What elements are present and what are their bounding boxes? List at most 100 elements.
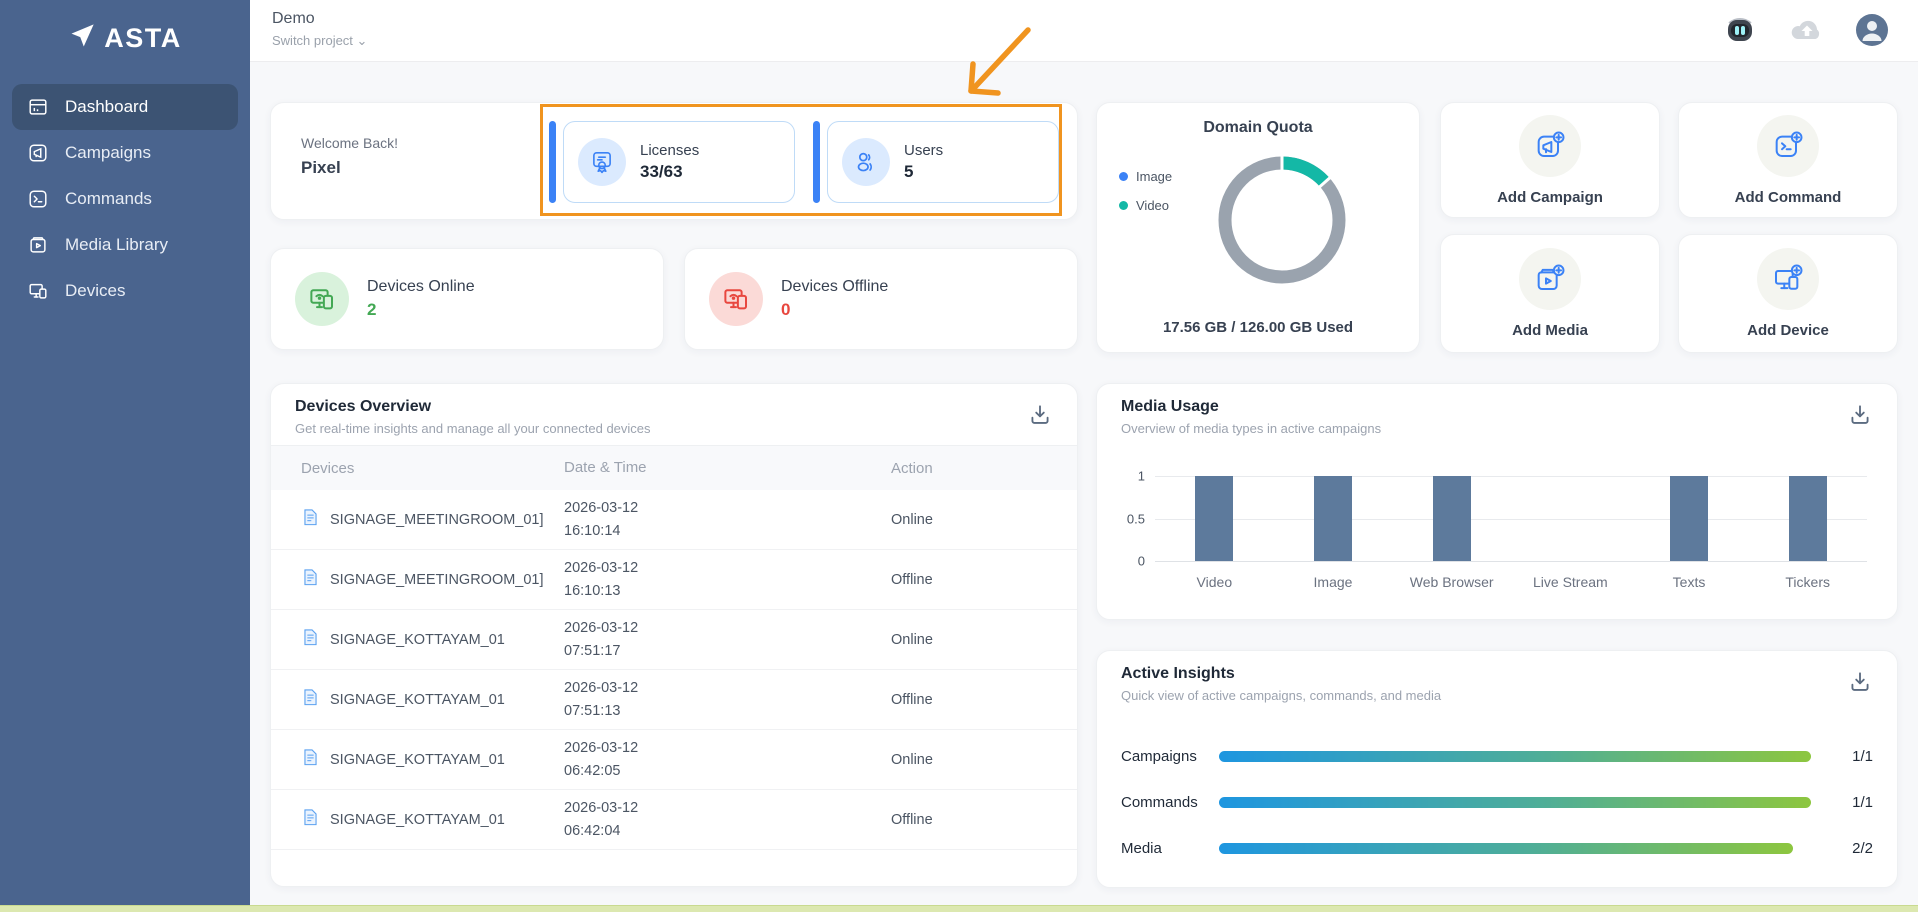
legend-dot-image: [1119, 172, 1128, 181]
add-campaign-label: Add Campaign: [1497, 188, 1603, 206]
sidebar-item-media-library[interactable]: Media Library: [12, 222, 238, 268]
row-status: Offline: [891, 571, 933, 588]
device-name: SIGNAGE_KOTTAYAM_01: [330, 811, 505, 828]
row-status: Offline: [891, 811, 933, 828]
progress-bar-campaigns: [1219, 750, 1811, 762]
sidebar-item-label: Commands: [65, 189, 152, 208]
sidebar-nav: Dashboard Campaigns Commands Media Libra…: [0, 84, 250, 314]
file-icon: [301, 508, 320, 531]
bar-video: [1195, 476, 1234, 561]
campaigns-icon: [26, 141, 50, 165]
device-name: SIGNAGE_KOTTAYAM_01: [330, 691, 505, 708]
devices-offline-value: 0: [781, 300, 791, 319]
switch-project-dropdown[interactable]: Switch project ⌄: [272, 33, 367, 49]
bar-texts: [1670, 476, 1709, 561]
x-axis-label: Tickers: [1785, 574, 1830, 590]
active-insights-card: Active Insights Quick view of active cam…: [1096, 650, 1898, 888]
add-campaign-button[interactable]: Add Campaign: [1440, 102, 1660, 218]
row-date: 2026-03-12: [564, 800, 639, 817]
domain-quota-legend: Image Video: [1119, 169, 1172, 227]
asta-logo-arrow-icon: [68, 22, 96, 55]
legend-label-image: Image: [1136, 169, 1173, 184]
greeting-text: Welcome Back!: [301, 135, 398, 151]
users-label: Users: [904, 142, 944, 159]
sidebar: ASTA Dashboard Campaigns Commands Media …: [0, 0, 250, 905]
bar-column: [1748, 476, 1867, 561]
bar-column: [1155, 476, 1274, 561]
sidebar-item-label: Devices: [65, 281, 126, 300]
licenses-value: 33/63: [640, 162, 683, 181]
app-logo: ASTA: [0, 0, 250, 58]
sidebar-item-campaigns[interactable]: Campaigns: [12, 130, 238, 176]
download-icon[interactable]: [1027, 402, 1053, 428]
row-time: 16:10:13: [564, 582, 621, 599]
row-time: 16:10:14: [564, 522, 621, 539]
row-time: 06:42:05: [564, 762, 621, 779]
sidebar-item-label: Media Library: [65, 235, 168, 254]
device-name: SIGNAGE_MEETINGROOM_01]: [330, 511, 544, 528]
add-media-label: Add Media: [1512, 322, 1588, 339]
bar-image: [1314, 476, 1352, 561]
add-media-button[interactable]: Add Media: [1440, 234, 1660, 353]
add-command-button[interactable]: Add Command: [1678, 102, 1898, 218]
table-row: SIGNAGE_KOTTAYAM_01 2026-03-12 07:51:13 Off…: [271, 670, 1077, 730]
device-name: SIGNAGE_KOTTAYAM_01: [330, 631, 505, 648]
download-icon[interactable]: [1847, 402, 1873, 428]
table-row: SIGNAGE_MEETINGROOM_01] 2026-03-12 16:10:1…: [271, 550, 1077, 610]
column-header-devices: Devices: [301, 459, 355, 477]
devices-online-value: 2: [367, 300, 377, 319]
domain-quota-donut-chart: [1218, 152, 1346, 284]
x-axis-label: Video: [1196, 574, 1233, 590]
media-usage-card: Media Usage Overview of media types in a…: [1096, 383, 1898, 620]
active-insights-subtitle: Quick view of active campaigns, commands…: [1121, 688, 1442, 703]
insight-label: Campaigns: [1121, 747, 1197, 765]
legend-label-video: Video: [1136, 198, 1170, 213]
legend-dot-video: [1119, 201, 1128, 210]
bar-tickers: [1788, 476, 1827, 561]
sidebar-item-devices[interactable]: Devices: [12, 268, 238, 314]
add-device-button[interactable]: Add Device: [1678, 234, 1898, 353]
sidebar-item-commands[interactable]: Commands: [12, 176, 238, 222]
users-icon: [842, 138, 890, 186]
row-date: 2026-03-12: [564, 500, 639, 517]
active-insights-title: Active Insights: [1121, 665, 1235, 682]
add-command-icon: [1757, 114, 1819, 177]
row-status: Online: [891, 631, 933, 648]
insight-value: 1/1: [1852, 747, 1873, 765]
download-icon[interactable]: [1847, 669, 1873, 695]
x-axis-line: [1155, 561, 1867, 562]
users-stat-card: Users 5: [827, 121, 1059, 203]
bottom-scroll-strip[interactable]: [0, 905, 1918, 912]
add-media-icon: [1519, 248, 1581, 310]
domain-quota-title: Domain Quota: [1203, 119, 1313, 136]
user-avatar[interactable]: [1854, 12, 1890, 48]
file-icon: [301, 808, 320, 831]
users-accent-bar: [813, 121, 820, 203]
device-name: SIGNAGE_KOTTAYAM_01: [330, 751, 505, 768]
cloud-upload-icon[interactable]: [1788, 12, 1824, 48]
licenses-accent-bar: [549, 121, 556, 203]
column-header-action: Action: [891, 459, 933, 477]
row-time: 07:51:13: [564, 702, 621, 719]
insight-row-campaigns: Campaigns 1/1: [1121, 746, 1873, 766]
add-campaign-icon: [1519, 114, 1581, 177]
table-header-row: Devices Date & Time Action: [271, 446, 1077, 490]
dashboard-screen: ASTA Dashboard Campaigns Commands Media …: [0, 0, 1918, 912]
insight-value: 1/1: [1852, 793, 1873, 811]
project-name: Demo: [272, 10, 315, 27]
bar-column: [1511, 476, 1630, 561]
dashboard-icon: [26, 95, 50, 119]
bot-icon[interactable]: [1722, 12, 1758, 48]
user-name: Pixel: [301, 158, 341, 177]
sidebar-item-label: Campaigns: [65, 143, 151, 162]
bar-web-browser: [1432, 476, 1471, 561]
row-status: Online: [891, 511, 933, 528]
commands-icon: [26, 187, 50, 211]
licenses-label: Licenses: [640, 142, 700, 159]
row-date: 2026-03-12: [564, 620, 639, 637]
device-name: SIGNAGE_MEETINGROOM_01]: [330, 571, 544, 588]
row-date: 2026-03-12: [564, 560, 639, 577]
domain-quota-usage-text: 17.56 GB / 126.00 GB Used: [1162, 319, 1354, 336]
row-time: 06:42:04: [564, 822, 621, 839]
sidebar-item-dashboard[interactable]: Dashboard: [12, 84, 238, 130]
